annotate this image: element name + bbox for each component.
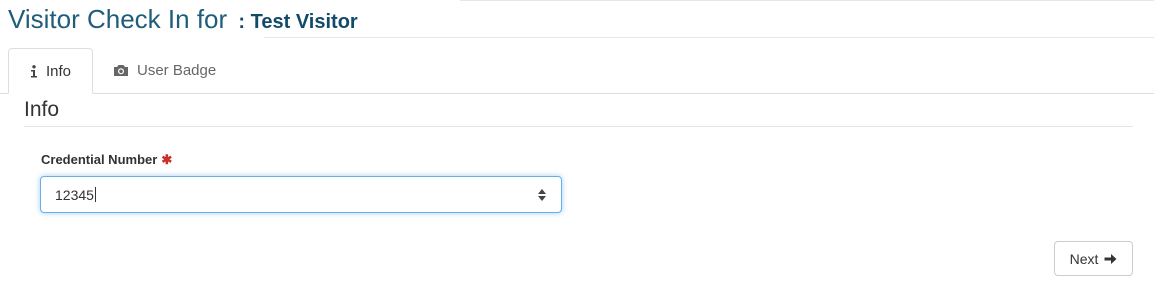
credential-number-text: 12345	[55, 187, 94, 203]
next-button-label: Next	[1069, 250, 1099, 267]
credential-number-input[interactable]: 12345	[40, 176, 562, 213]
visitor-name: : Test Visitor	[238, 11, 358, 33]
credential-number-label-text: Credential Number	[41, 152, 158, 167]
section-divider	[24, 126, 1133, 127]
next-button[interactable]: Next	[1054, 241, 1133, 276]
tab-info[interactable]: Info	[8, 48, 93, 94]
page-title-prefix: Visitor Check In for	[8, 4, 228, 34]
section-title: Info	[24, 98, 60, 121]
page-title: Visitor Check In for : Test Visitor	[8, 4, 358, 37]
credential-number-label: Credential Number ✱	[41, 152, 172, 168]
camera-icon	[113, 64, 129, 77]
arrow-right-icon	[1104, 253, 1117, 265]
tab-bar-divider	[0, 93, 1154, 94]
number-spinner-icon[interactable]	[537, 186, 547, 204]
tab-user-badge[interactable]: User Badge	[113, 48, 216, 93]
credential-number-value: 12345	[55, 187, 96, 203]
tab-user-badge-label: User Badge	[137, 62, 217, 79]
required-icon: ✱	[161, 152, 173, 167]
text-caret	[94, 187, 96, 202]
tab-info-label: Info	[45, 62, 72, 80]
title-divider	[264, 37, 1154, 38]
title-divider-top	[460, 0, 1154, 1]
tab-bar: Info User Badge	[0, 48, 1154, 94]
info-icon	[30, 64, 38, 78]
